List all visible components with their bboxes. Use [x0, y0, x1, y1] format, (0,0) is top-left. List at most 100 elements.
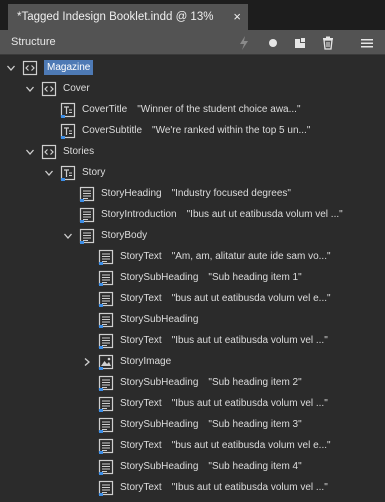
tree-label: Stories	[63, 146, 94, 157]
chevron-down-icon[interactable]	[6, 63, 16, 73]
element-tag-icon	[41, 144, 57, 160]
content-snippet: "We're ranked within the top 5 un..."	[152, 125, 311, 136]
tree-row-storytext-4[interactable]: StoryText "Ibus aut ut eatibusda volum ve…	[0, 394, 385, 415]
tree-row-storysubheading-4[interactable]: StorySubHeading "Sub heading item 3"	[0, 415, 385, 436]
chevron-right-icon[interactable]	[82, 357, 92, 367]
tree-row-storytext-1[interactable]: StoryText "Am, am, alitatur aute ide sam …	[0, 247, 385, 268]
element-name: StoryText	[120, 251, 162, 262]
element-name: StoryText	[120, 398, 162, 409]
text-frame-tag-icon	[98, 459, 114, 475]
content-snippet: "Industry focused degrees"	[171, 188, 291, 199]
tree-row-storytext-5[interactable]: StoryText "bus aut ut eatibusda volum vel…	[0, 436, 385, 457]
element-name: StoryImage	[120, 356, 172, 367]
chevron-down-icon[interactable]	[63, 231, 73, 241]
text-frame-tag-icon	[79, 186, 95, 202]
tree-row-magazine[interactable]: Magazine	[0, 58, 385, 79]
tree-row-storybody[interactable]: StoryBody	[0, 226, 385, 247]
tree-label: StoryBody	[101, 230, 147, 241]
tree-label: StoryText "bus aut ut eatibusda volum vel…	[120, 293, 331, 304]
close-tab-icon[interactable]: ×	[233, 9, 241, 25]
document-tab-title: *Tagged Indesign Booklet.indd @ 13%	[17, 11, 214, 23]
element-name: CoverSubtitle	[82, 125, 143, 136]
text-tag-icon	[60, 102, 76, 118]
tree-label: Story	[82, 167, 105, 178]
content-snippet: "Am, am, alitatur aute ide sam vo..."	[171, 251, 331, 262]
structure-panel-header: Structure	[0, 30, 385, 55]
panel-title: Structure	[11, 36, 56, 48]
text-frame-tag-icon	[98, 417, 114, 433]
tree-label: StorySubHeading	[120, 314, 198, 325]
text-frame-tag-icon	[98, 312, 114, 328]
record-icon[interactable]	[265, 35, 281, 51]
text-frame-tag-icon	[98, 291, 114, 307]
text-frame-tag-icon	[98, 270, 114, 286]
text-frame-tag-icon	[98, 333, 114, 349]
text-frame-tag-icon	[98, 249, 114, 265]
tree-label: StorySubHeading "Sub heading item 1"	[120, 272, 302, 283]
tree-row-cover[interactable]: Cover	[0, 79, 385, 100]
text-tag-icon	[60, 123, 76, 139]
element-name: StoryText	[120, 335, 162, 346]
tree-row-storysubheading-5[interactable]: StorySubHeading "Sub heading item 4"	[0, 457, 385, 478]
tree-row-storyintroduction[interactable]: StoryIntroduction "Ibus aut ut eatibusda …	[0, 205, 385, 226]
tree-label: Cover	[63, 83, 90, 94]
content-snippet: "Ibus aut ut eatibusda volum vel ..."	[186, 209, 343, 220]
tree-label: StoryIntroduction "Ibus aut ut eatibusda …	[101, 209, 343, 220]
trash-icon[interactable]	[320, 35, 336, 51]
document-tab-bar: *Tagged Indesign Booklet.indd @ 13% ×	[0, 0, 385, 30]
element-name: Magazine	[44, 60, 94, 75]
element-name: StoryText	[120, 482, 162, 493]
content-snippet: "Sub heading item 1"	[208, 272, 302, 283]
menu-icon[interactable]	[359, 35, 375, 51]
content-snippet: "Ibus aut ut eatibusda volum vel ..."	[171, 335, 328, 346]
element-name: StorySubHeading	[120, 314, 199, 325]
element-name: StorySubHeading	[120, 272, 199, 283]
content-snippet: "Ibus aut ut eatibusda volum vel ..."	[171, 482, 328, 493]
chevron-down-icon[interactable]	[44, 168, 54, 178]
tree-row-storysubheading-2[interactable]: StorySubHeading	[0, 310, 385, 331]
image-tag-icon	[98, 354, 114, 370]
lightning-icon[interactable]	[236, 35, 252, 51]
element-name: StorySubHeading	[120, 419, 199, 430]
tree-row-covertitle[interactable]: CoverTitle "Winner of the student choice …	[0, 100, 385, 121]
tree-label: StoryText "Ibus aut ut eatibusda volum ve…	[120, 482, 328, 493]
new-element-icon[interactable]	[292, 35, 308, 51]
element-tag-icon	[41, 81, 57, 97]
tree-label: CoverTitle "Winner of the student choice …	[82, 104, 301, 115]
tree-row-coversubtitle[interactable]: CoverSubtitle "We're ranked within the to…	[0, 121, 385, 142]
content-snippet: "Sub heading item 4"	[208, 461, 302, 472]
text-frame-tag-icon	[98, 480, 114, 496]
element-name: StoryText	[120, 440, 162, 451]
text-frame-tag-icon	[98, 375, 114, 391]
element-name: StoryText	[120, 293, 162, 304]
element-name: StoryBody	[101, 230, 148, 241]
content-snippet: "Ibus aut ut eatibusda volum vel ..."	[171, 398, 328, 409]
element-name: Story	[82, 167, 106, 178]
tree-row-storyimage[interactable]: StoryImage	[0, 352, 385, 373]
text-frame-tag-icon	[79, 207, 95, 223]
chevron-down-icon[interactable]	[25, 84, 35, 94]
document-tab[interactable]: *Tagged Indesign Booklet.indd @ 13% ×	[8, 4, 248, 30]
tree-row-stories[interactable]: Stories	[0, 142, 385, 163]
tree-row-storytext-2[interactable]: StoryText "bus aut ut eatibusda volum vel…	[0, 289, 385, 310]
tree-label: StoryText "Ibus aut ut eatibusda volum ve…	[120, 398, 328, 409]
tree-label: StorySubHeading "Sub heading item 2"	[120, 377, 302, 388]
tree-row-story[interactable]: Story	[0, 163, 385, 184]
element-tag-icon	[22, 60, 38, 76]
tree-row-storytext-6[interactable]: StoryText "Ibus aut ut eatibusda volum ve…	[0, 478, 385, 499]
tree-row-storysubheading-3[interactable]: StorySubHeading "Sub heading item 2"	[0, 373, 385, 394]
tree-label: StoryText "Am, am, alitatur aute ide sam …	[120, 251, 331, 262]
element-name: StorySubHeading	[120, 377, 199, 388]
tree-row-storysubheading-1[interactable]: StorySubHeading "Sub heading item 1"	[0, 268, 385, 289]
tree-label: StoryHeading "Industry focused degrees"	[101, 188, 291, 199]
tree-row-storyheading[interactable]: StoryHeading "Industry focused degrees"	[0, 184, 385, 205]
element-name: StoryHeading	[101, 188, 162, 199]
tree-label: StoryText "bus aut ut eatibusda volum vel…	[120, 440, 331, 451]
tree-row-storytext-3[interactable]: StoryText "Ibus aut ut eatibusda volum ve…	[0, 331, 385, 352]
structure-tree: Magazine Cover CoverTitle "Winner of the st…	[0, 56, 385, 502]
tree-label: StoryText "Ibus aut ut eatibusda volum ve…	[120, 335, 328, 346]
content-snippet: "Sub heading item 3"	[208, 419, 302, 430]
tree-label: StorySubHeading "Sub heading item 3"	[120, 419, 302, 430]
chevron-down-icon[interactable]	[25, 147, 35, 157]
element-name: CoverTitle	[82, 104, 128, 115]
